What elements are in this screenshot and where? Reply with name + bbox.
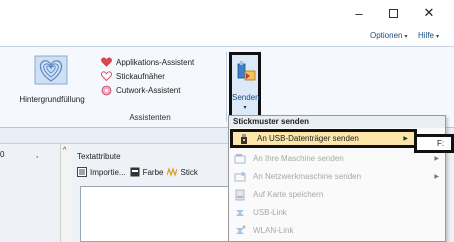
color-button[interactable]: Farbe (130, 167, 163, 177)
menu-item-wlan-link[interactable]: WLAN-Link (229, 223, 445, 238)
stitch-icon (167, 167, 178, 177)
color-icon (130, 167, 140, 177)
usb-drive-submenu[interactable]: F: (414, 134, 454, 153)
ribbon-separator (226, 52, 227, 122)
send-icon (237, 61, 256, 81)
menu-options[interactable]: Optionen ▾ (370, 31, 407, 40)
heart-icon (100, 56, 112, 68)
network-machine-icon (233, 171, 247, 183)
background-fill-label: Hintergrundfüllung (19, 95, 85, 104)
menu-item-save-to-card[interactable]: Auf Karte speichern (229, 187, 445, 202)
wlan-link-icon (233, 225, 247, 237)
column-value-a: 0 (0, 150, 5, 159)
usb-link-icon (233, 207, 247, 219)
usb-drive-letter[interactable]: F: (437, 139, 444, 148)
patch-button[interactable]: Stickaufnäher (100, 69, 165, 83)
close-button[interactable]: ✕ (412, 0, 446, 26)
cutwork-icon (100, 84, 112, 96)
text-attributes-toolbar: Importie... Farbe Stick (77, 164, 237, 180)
usb-icon (237, 133, 251, 145)
submenu-arrow-icon: ▶ (434, 174, 439, 180)
menu-item-send-network-machine[interactable]: An Netzwerkmaschine senden ▶ (229, 169, 445, 184)
chevron-down-icon: ▾ (404, 34, 408, 40)
send-button[interactable]: Senden ▾ (229, 52, 261, 122)
machine-icon (233, 153, 247, 165)
send-label: Senden (232, 93, 260, 102)
applique-wizard-button[interactable]: Applikations-Assistent (100, 55, 194, 69)
background-fill-button[interactable]: Hintergrundfüllung (6, 53, 98, 111)
menu-item-send-machine[interactable]: An Ihre Maschine senden ▶ (229, 151, 445, 166)
ribbon-group-label: Assistenten (129, 113, 171, 122)
dropdown-header: Stickmuster senden (229, 116, 445, 128)
text-attributes-title: Textattribute (77, 152, 121, 161)
text-input-area[interactable] (80, 186, 240, 242)
chevron-down-icon: ▾ (243, 105, 247, 111)
background-fill-icon (34, 55, 68, 85)
column-value-b: , (36, 150, 39, 159)
menu-item-send-usb[interactable]: An USB-Datenträger senden ▶ (230, 129, 417, 148)
scroll-up-icon[interactable]: ^ (63, 147, 66, 154)
title-bar: – ✕ (0, 0, 454, 28)
menu-row: Optionen ▾ Hilfe ▾ (0, 28, 454, 46)
chevron-down-icon: ▾ (436, 34, 440, 40)
submenu-arrow-icon: ▶ (434, 156, 439, 162)
minimize-button[interactable]: – (342, 0, 376, 26)
vertical-scrollbar[interactable]: ^ (60, 144, 72, 242)
stitch-button[interactable]: Stick (167, 167, 198, 177)
submenu-arrow-icon: ▶ (403, 136, 408, 142)
menu-help[interactable]: Hilfe ▾ (418, 31, 439, 40)
cutwork-wizard-button[interactable]: Cutwork-Assistent (100, 83, 180, 97)
menu-item-usb-link[interactable]: USB-Link (229, 205, 445, 220)
card-icon (233, 189, 247, 201)
maximize-icon (388, 8, 398, 18)
patch-heart-icon (100, 70, 112, 82)
maximize-button[interactable] (376, 0, 410, 26)
import-icon (77, 167, 87, 177)
left-pane (0, 144, 60, 242)
import-button[interactable]: Importie... (77, 167, 126, 177)
